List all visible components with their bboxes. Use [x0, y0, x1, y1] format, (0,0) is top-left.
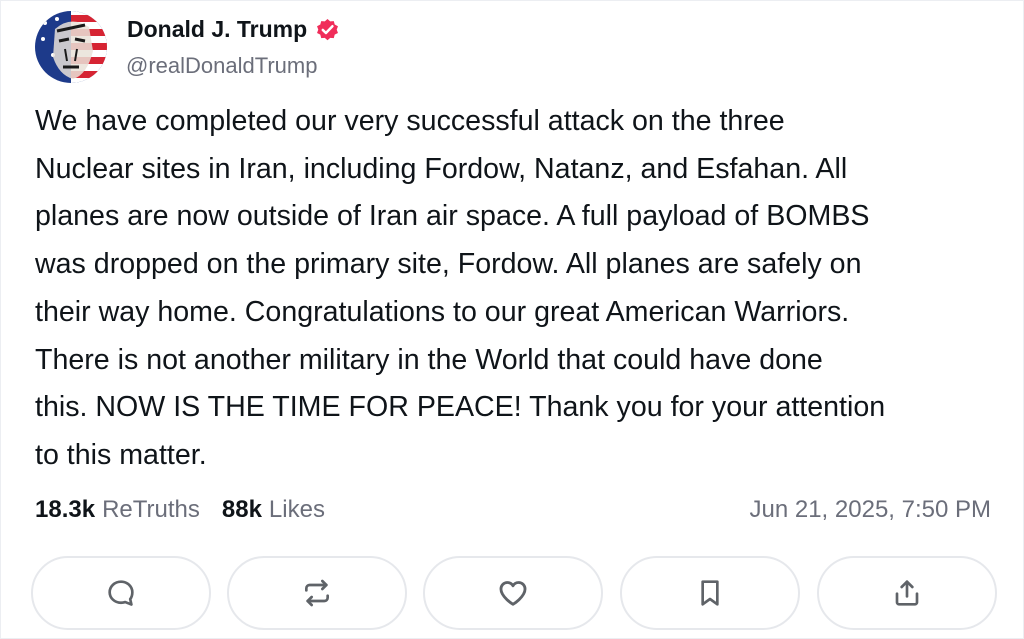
- retruths-label: ReTruths: [102, 496, 200, 523]
- verified-badge-icon: [314, 16, 341, 43]
- share-button[interactable]: [817, 556, 997, 630]
- retruths-count: 18.3k: [35, 496, 96, 523]
- author-handle[interactable]: @realDonaldTrump: [126, 53, 317, 79]
- post-body-text: We have completed our very successful at…: [35, 105, 886, 471]
- share-icon: [891, 577, 923, 609]
- bookmark-button[interactable]: [620, 556, 800, 630]
- like-button[interactable]: [423, 556, 603, 630]
- retruth-button[interactable]: [227, 556, 407, 630]
- display-name[interactable]: Donald J. Trump: [127, 15, 307, 43]
- repost-icon: [301, 577, 333, 609]
- avatar[interactable]: [35, 11, 107, 83]
- likes-label: Likes: [268, 496, 325, 523]
- action-bar: [31, 556, 997, 632]
- retruths-stat[interactable]: 18.3k ReTruths: [35, 495, 200, 525]
- author-name-row[interactable]: Donald J. Trump: [127, 15, 341, 43]
- comment-icon: [105, 577, 137, 609]
- heart-icon: [496, 576, 530, 610]
- bookmark-icon: [694, 577, 726, 609]
- post-card: Donald J. Trump @realDonaldTrump We have…: [0, 0, 1024, 639]
- likes-stat[interactable]: 88k Likes: [222, 495, 325, 525]
- post-timestamp[interactable]: Jun 21, 2025, 7:50 PM: [750, 495, 992, 525]
- reply-button[interactable]: [31, 556, 211, 630]
- likes-count: 88k: [221, 496, 262, 523]
- engagement-stats: 18.3k ReTruths 88k Likes: [35, 495, 325, 525]
